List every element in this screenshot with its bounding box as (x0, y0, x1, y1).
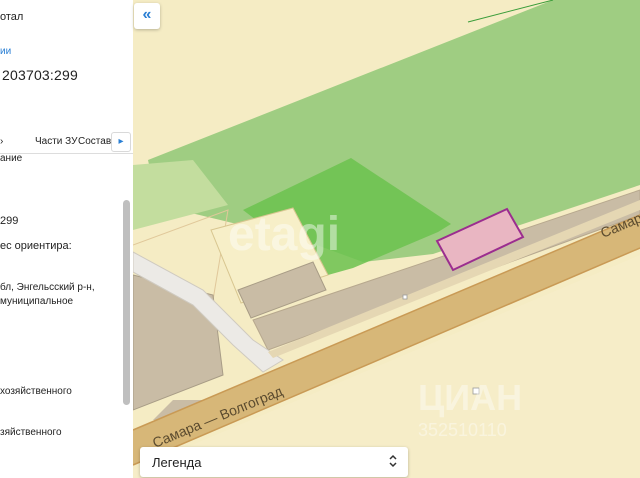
tab-partial[interactable]: › (0, 136, 3, 147)
updown-chevron-icon (388, 453, 398, 472)
map-canvas: Самара — Волгоград Самар etagi ЦИАН 3525… (133, 0, 640, 478)
info-link[interactable]: ии (0, 45, 11, 59)
field-line: муниципальное (0, 296, 74, 307)
field-line: 299 (0, 215, 19, 227)
watermark-phone: 352510110 (418, 420, 507, 440)
collapse-panel-button[interactable]: « (134, 3, 160, 29)
tab-parts[interactable]: Части ЗУ (35, 136, 77, 147)
field-line: зяйственного (0, 427, 62, 438)
legend-dropdown[interactable]: Легенда (140, 447, 408, 477)
tabs-scroll-right-button[interactable]: ▸ (111, 132, 131, 152)
info-panel: отал ии 203703:299 › Части ЗУ Состав ▸ а… (0, 0, 133, 478)
panel-scrollbar[interactable] (123, 200, 130, 405)
cadastral-number: 203703:299 (2, 67, 78, 83)
marker-point (402, 294, 408, 300)
tab-composition[interactable]: Состав (78, 136, 111, 147)
watermark-etagi: etagi (228, 208, 340, 261)
field-line: бл, Энгельсский р-н, (0, 282, 95, 293)
field-line: ание (0, 153, 23, 164)
watermark-cian: ЦИАН (418, 377, 522, 418)
portal-label: отал (0, 11, 24, 23)
double-chevron-left-icon: « (142, 6, 152, 23)
field-line: ес ориентира: (0, 240, 72, 252)
field-line: хозяйственного (0, 386, 72, 397)
legend-label: Легенда (152, 455, 202, 470)
map-view[interactable]: Самара — Волгоград Самар etagi ЦИАН 3525… (133, 0, 640, 478)
